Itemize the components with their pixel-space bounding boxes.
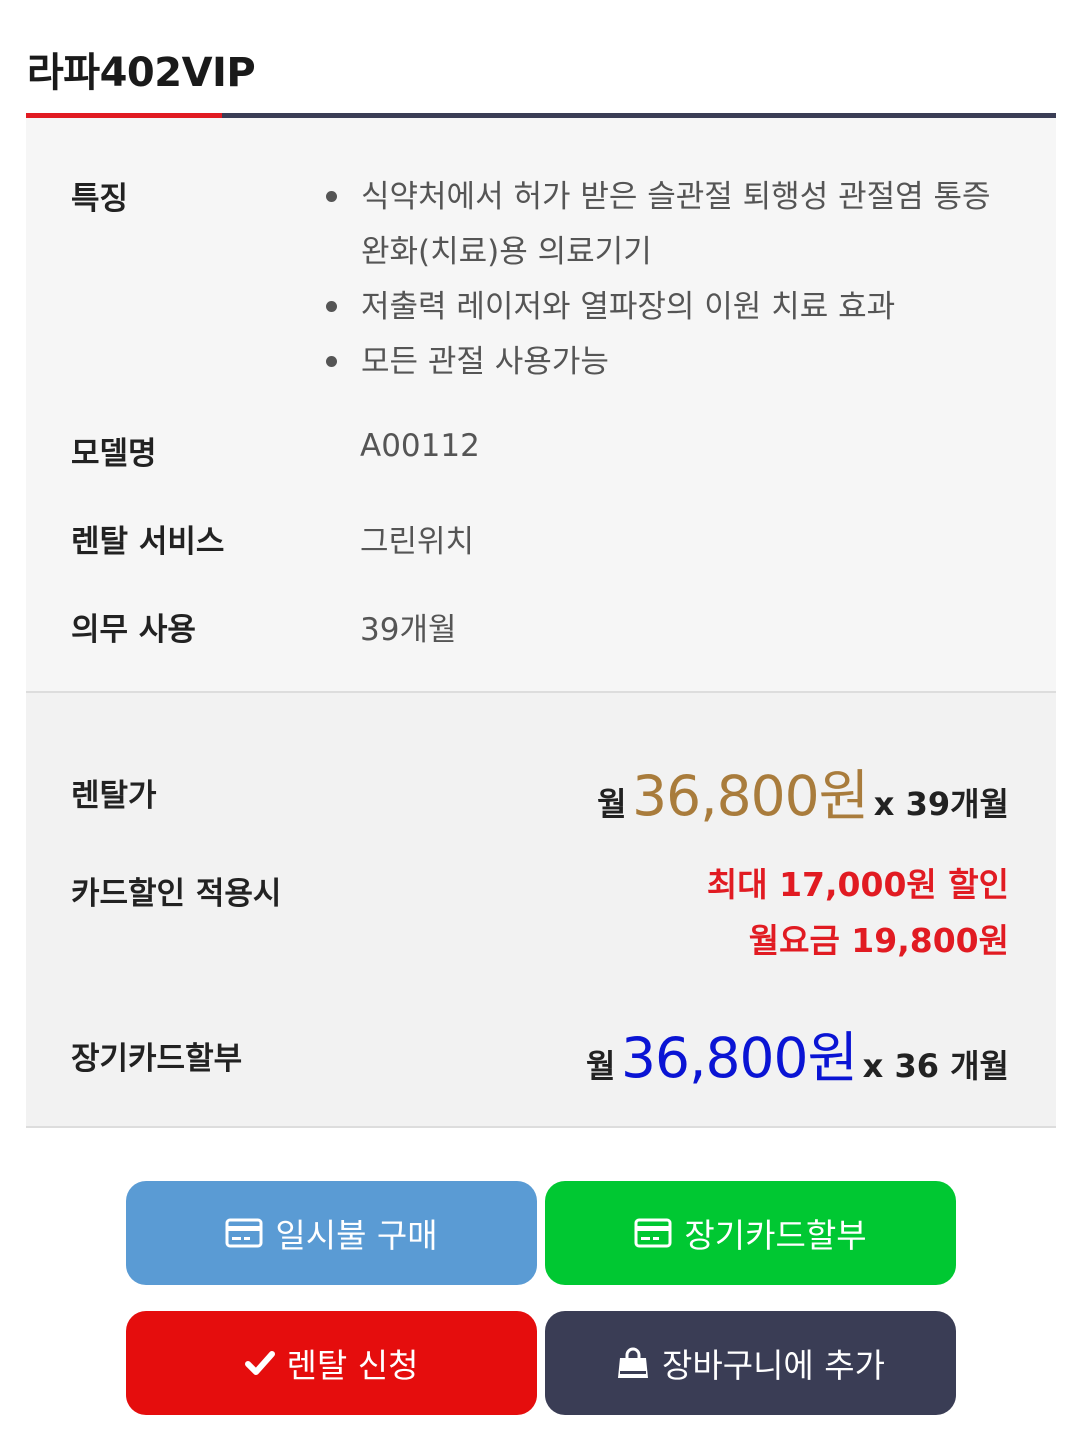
long-term-installment-label: 장기카드할부	[684, 1216, 867, 1255]
rental-apply-button[interactable]: 렌탈 신청	[126, 1311, 537, 1415]
installment-label: 장기카드할부	[71, 1041, 243, 1077]
rental-price-amount: 36,800원	[632, 764, 869, 828]
features-list: 식약처에서 허가 받은 슬관절 퇴행성 관절염 통증 완화(치료)용 의료기기 …	[326, 170, 1026, 390]
rental-price-prefix: 월	[597, 785, 627, 823]
mandatory-use-value: 39개월	[360, 612, 457, 648]
product-title: 라파402VIP	[27, 50, 256, 96]
mandatory-use-label: 의무 사용	[71, 612, 196, 648]
card-discount-label: 카드할인 적용시	[71, 876, 282, 912]
add-to-cart-button[interactable]: 장바구니에 추가	[545, 1311, 956, 1415]
installment-price-amount: 36,800원	[621, 1026, 858, 1090]
credit-card-icon	[634, 1218, 672, 1248]
installment-price-prefix: 월	[586, 1047, 616, 1085]
feature-item: 식약처에서 허가 받은 슬관절 퇴행성 관절염 통증 완화(치료)용 의료기기	[326, 170, 1026, 280]
shopping-bag-icon	[616, 1346, 650, 1380]
lump-sum-purchase-button[interactable]: 일시불 구매	[126, 1181, 537, 1285]
rental-price-term: x 39개월	[873, 785, 1009, 823]
features-label: 특징	[71, 181, 129, 217]
card-discount-amount: 최대 17,000원 할인	[706, 865, 1009, 904]
rental-service-label: 렌탈 서비스	[71, 524, 225, 560]
card-discount-info: 최대 17,000원 할인 월요금 19,800원	[707, 857, 1009, 969]
product-info-panel: 특징 식약처에서 허가 받은 슬관절 퇴행성 관절염 통증 완화(치료)용 의료…	[26, 118, 1056, 693]
feature-item: 저출력 레이저와 열파장의 이원 치료 효과	[326, 280, 1026, 335]
rental-service-value: 그린위치	[360, 524, 475, 560]
check-icon	[244, 1350, 275, 1376]
model-label: 모델명	[71, 436, 157, 472]
model-value: A00112	[360, 428, 480, 464]
long-term-installment-button[interactable]: 장기카드할부	[545, 1181, 956, 1285]
feature-item: 모든 관절 사용가능	[326, 335, 1026, 390]
card-monthly-fee: 월요금 19,800원	[748, 921, 1009, 960]
rental-price-label: 렌탈가	[71, 778, 157, 814]
installment-price-term: x 36 개월	[862, 1047, 1009, 1085]
rental-price: 월 36,800원 x 39개월	[597, 751, 1009, 831]
lump-sum-purchase-label: 일시불 구매	[275, 1216, 438, 1255]
installment-price: 월 36,800원 x 36 개월	[586, 1013, 1009, 1093]
credit-card-icon	[225, 1218, 263, 1248]
rental-apply-label: 렌탈 신청	[286, 1346, 419, 1385]
add-to-cart-label: 장바구니에 추가	[661, 1346, 885, 1385]
pricing-panel: 렌탈가 월 36,800원 x 39개월 카드할인 적용시 최대 17,000원…	[26, 693, 1056, 1128]
